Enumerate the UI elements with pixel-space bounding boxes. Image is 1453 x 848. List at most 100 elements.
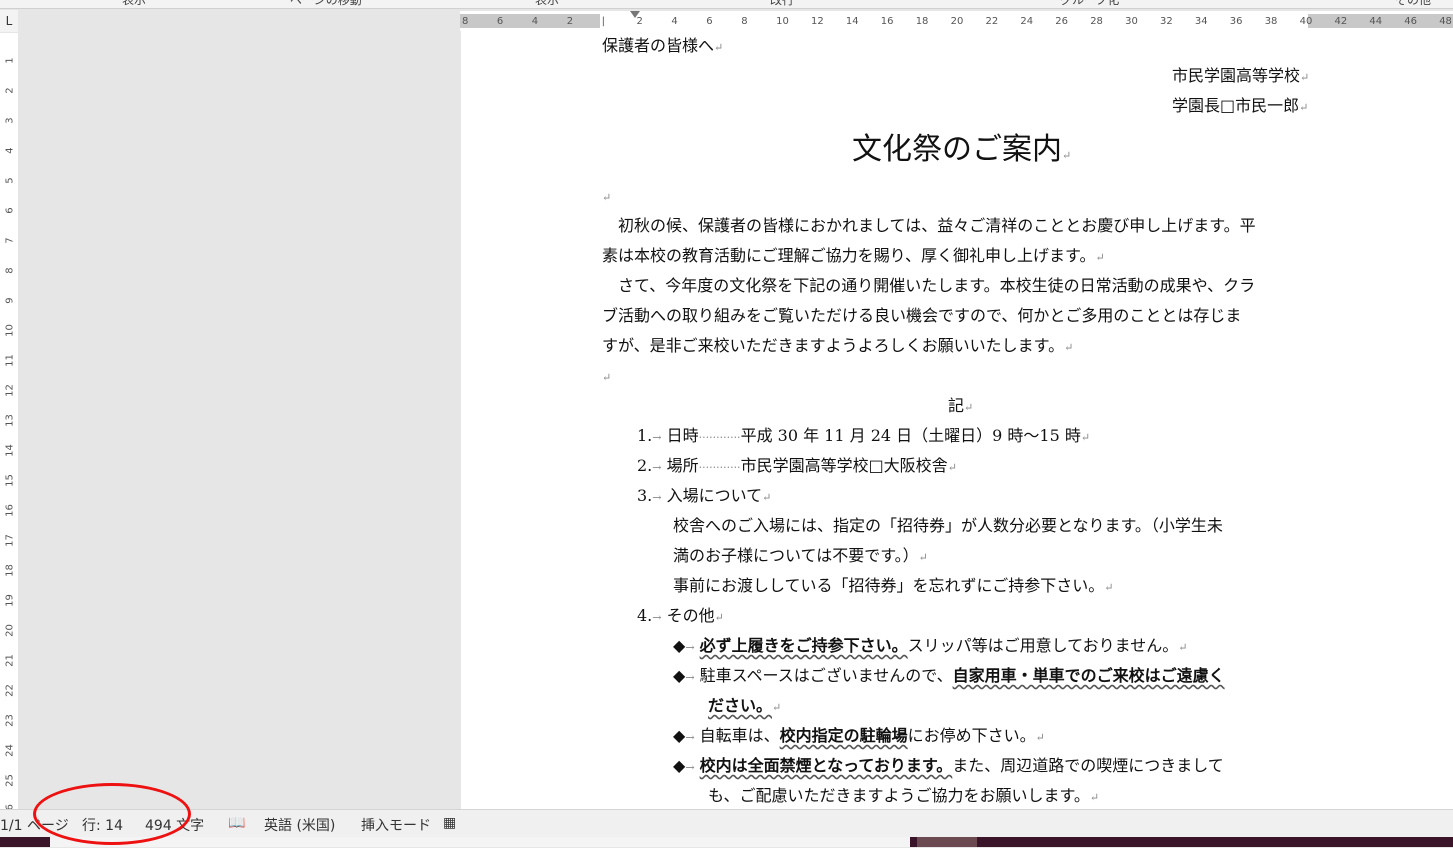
macro-recording-icon[interactable]: ▦ [443,815,456,831]
ruler-tick: 15 [4,474,16,487]
ruler-tick: 10 [4,324,16,337]
ruler-tick: 30 [1125,16,1138,27]
list-item-datetime: 1.→ 日時············平成 30 年 11 月 24 日（土曜日）… [637,426,1091,445]
ruler-tick: 17 [4,534,16,547]
ribbon-label[interactable]: 表示 [122,0,146,8]
ruler-tick: 46 [1404,16,1418,27]
body-line: 素は本校の教育活動にご理解ご協力を賜り、厚く御礼申し上げます。↵ [602,246,1105,265]
red-circle-annotation [33,783,191,845]
ruler-tick: 3 [4,117,16,124]
ruler-margin-left [460,14,600,28]
ribbon-strip: 表示 ページの移動 表示 改行 グループ化 その他 [0,0,1453,9]
addressee: 保護者の皆様へ↵ [602,36,724,55]
ribbon-label[interactable]: ページの移動 [290,0,362,8]
list-item-place: 2.→ 場所············市民学園高等学校□大阪校舎↵ [637,456,957,475]
sender-school: 市民学園高等学校↵ [1172,66,1310,85]
ruler-tick: 22 [985,16,999,27]
body-line: すが、是非ご来校いただきますようよろしくお願いいたします。↵ [602,336,1074,355]
ruler-tick: 12 [4,384,16,397]
ruler-tick: 8 [462,16,469,27]
ruler-tick: | [601,16,605,27]
ruler-tick: 2 [4,87,16,94]
ruler-tick: 26 [1055,16,1069,27]
body-line: 初秋の候、保護者の皆様におかれましては、益々ご清祥のこととお慶び申し上げます。平 [618,216,1256,235]
language-indicator[interactable]: 英語 (米国) [264,815,335,835]
ruler-tick: 11 [4,354,16,367]
ruler-tick: 4 [671,16,678,27]
ruler-tick: 14 [4,444,16,457]
ruler-tick: 4 [531,16,539,27]
ruler-tick: 38 [1264,16,1278,27]
diamond-bullet-icon: ◆ [673,636,686,655]
ruler-tick: 40 [1299,16,1313,27]
diamond-bullet-icon: ◆ [673,726,686,745]
horizontal-ruler[interactable]: 8 6 4 2 | 2 4 6 8 10 12 14 16 18 20 22 24 26 28 30 32 34 36 38 4… [460,11,1453,31]
document-title: 文化祭のご案内↵ [852,132,1072,167]
ruler-tick: 25 [4,774,16,787]
ruler-tick: 18 [4,564,16,577]
bullet-item: ◆→ 必ず上履きをご持参下さい。スリッパ等はご用意しておりません。↵ [673,636,1188,655]
insert-mode[interactable]: 挿入モード [361,815,431,835]
entry-text-line: 事前にお渡ししている「招待券」を忘れずにご持参下さい。↵ [673,576,1114,595]
empty-paragraph: ↵ [602,191,612,204]
sender-name: 学園長□市民一郎↵ [1172,96,1309,115]
ruler-tick: 32 [1160,16,1173,27]
ruler-tick: 19 [4,594,16,607]
ruler-tick: 6 [706,16,713,27]
ruler-tick: 12 [811,16,824,27]
ruler-tick: 18 [915,16,929,27]
diamond-bullet-icon: ◆ [673,756,686,775]
ruler-tick: 2 [636,16,643,27]
ruler-tick: 44 [1369,16,1383,27]
ribbon-label[interactable]: グループ化 [1060,0,1119,8]
body-line: ブ活動への取り組みをご覧いただける良い機会ですので、何かとご多用のこととは存じま [602,306,1242,325]
ribbon-label[interactable]: 改行 [770,0,794,8]
ruler-tick: 7 [4,237,16,244]
ki-heading: 記↵ [948,396,974,415]
ruler-tick: 34 [1194,16,1208,27]
ruler-tick: 23 [4,714,16,727]
ruler-tick: 24 [1020,16,1034,27]
ruler-tick: 24 [4,744,16,757]
ruler-tick: 48 [1439,16,1452,27]
ruler-tick: 10 [776,16,789,27]
bullet-item: ◆→ 駐車スペースはございませんので、自家用車・単車でのご来校はご遠慮く [673,666,1225,685]
taskbar [0,837,1453,847]
empty-paragraph: ↵ [602,371,612,384]
ruler-tick: 8 [4,267,16,274]
entry-text-line: 満のお子様については不要です。）↵ [673,546,928,565]
ruler-tick: 5 [4,177,16,184]
ruler-tick: 36 [1229,16,1243,27]
status-bar: 1/1 ページ 行: 14 494 文字 📖 英語 (米国) 挿入モード ▦ [0,809,1453,838]
tab-selector[interactable]: L [0,10,18,32]
bullet-continuation: ださい。↵ [708,696,782,715]
document-page[interactable]: 保護者の皆様へ↵ 市民学園高等学校↵ 学園長□市民一郎↵ 文化祭のご案内↵ ↵ … [461,31,1453,809]
taskbar-window[interactable] [50,837,910,847]
bullet-item: ◆→ 自転車は、校内指定の駐輪場にお停め下さい。↵ [673,726,1045,745]
ruler-tick: 28 [1090,16,1103,27]
ruler-tick: 22 [4,684,16,697]
body-line: さて、今年度の文化祭を下記の通り開催いたします。本校生徒の日常活動の成果や、クラ [618,276,1256,295]
ruler-tick: 16 [880,16,894,27]
ruler-tick: 1 [4,57,16,64]
list-item-entry: 3.→ 入場について↵ [637,486,772,505]
ruler-tick: 9 [4,297,16,304]
ruler-tick: 21 [4,654,16,667]
ribbon-label[interactable]: その他 [1395,0,1431,8]
ruler-tick: 8 [741,16,748,27]
entry-text-line: 校舎へのご入場には、指定の「招待券」が人数分必要となります。（小学生未 [673,516,1223,535]
ruler-tick: 6 [4,207,16,214]
ruler-tick: 20 [4,624,16,637]
vertical-ruler[interactable]: 1 2 3 4 5 6 7 8 9 10 11 12 13 14 15 16 17 18 19 20 21 22 23 24 2… [0,33,18,847]
ruler-tick: 6 [496,16,504,27]
ruler-tick: 20 [950,16,964,27]
bullet-item: ◆→ 校内は全面禁煙となっております。また、周辺道路での喫煙につきまして [673,756,1224,775]
ruler-tick: 4 [4,147,16,154]
proofing-icon[interactable]: 📖 [228,815,245,831]
ruler-tick: 14 [845,16,859,27]
ruler-tick: 2 [566,16,574,27]
diamond-bullet-icon: ◆ [673,666,686,685]
ribbon-label[interactable]: 表示 [535,0,559,8]
taskbar-button[interactable] [917,837,977,847]
ruler-tick: 16 [4,504,16,517]
